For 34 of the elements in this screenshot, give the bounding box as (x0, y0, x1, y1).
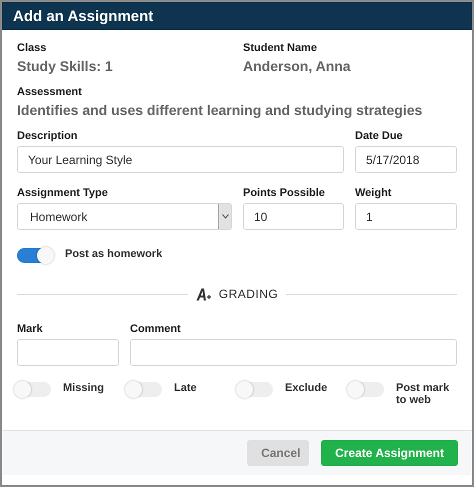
field-label: Student Name (243, 42, 318, 54)
assessment-value: Identifies and uses different learning and studying strategies (17, 102, 424, 118)
toggle-switch[interactable] (348, 382, 384, 397)
field-label: Date Due (355, 130, 404, 142)
info-value: Anderson, Anna (243, 58, 352, 74)
assignment-type-select[interactable]: Homework (17, 203, 232, 230)
info-value: Study Skills: 1 (17, 58, 114, 74)
date-field[interactable]: 5/17/2018 (355, 146, 457, 173)
field-label: Mark (17, 323, 44, 335)
toggle-switch[interactable] (17, 248, 53, 263)
toggle-switch[interactable] (237, 382, 273, 397)
field-label: Points Possible (243, 187, 326, 199)
dialog-title: Add an Assignment (2, 2, 472, 30)
description-field[interactable]: Your Learning Style (17, 146, 344, 173)
field-label: Assessment (17, 86, 83, 98)
toggle-label: Missing (63, 382, 104, 394)
grade-a-plus-icon (196, 288, 211, 300)
comment-field[interactable] (130, 339, 457, 366)
weight-field[interactable]: 1 (355, 203, 457, 230)
field-label: Comment (130, 323, 182, 335)
toggle-switch[interactable] (126, 382, 162, 397)
field-label: Weight (355, 187, 392, 199)
toggle-label: Exclude (285, 382, 328, 394)
toggle-label: Post as homework (65, 248, 162, 260)
field-label: Description (17, 130, 79, 142)
toggle-switch[interactable] (15, 382, 51, 397)
field-label: Assignment Type (17, 187, 109, 199)
toggle-label: Late (174, 382, 197, 394)
grading-title: GRADING (218, 287, 278, 301)
points-field[interactable]: 10 (243, 203, 344, 230)
toggle-label: Post mark to web (396, 382, 450, 406)
field-label: Class (17, 42, 48, 54)
mark-field[interactable] (17, 339, 119, 366)
chevron-down-icon (222, 214, 228, 219)
